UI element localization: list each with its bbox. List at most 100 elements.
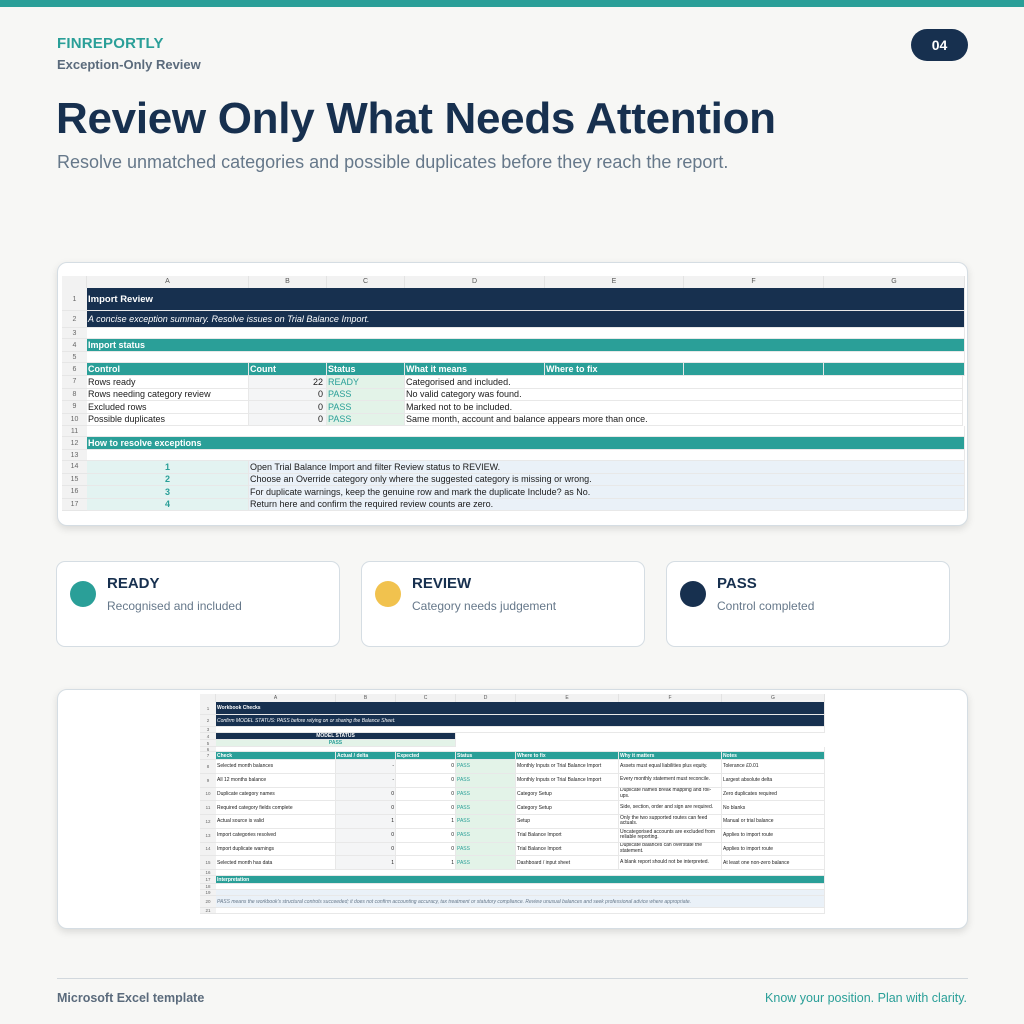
- notes-cell[interactable]: Zero duplicates required: [722, 787, 825, 802]
- count-cell[interactable]: 0: [249, 401, 327, 414]
- status-cell[interactable]: PASS: [327, 401, 405, 414]
- why-cell[interactable]: A blank report should not be interpreted…: [619, 856, 722, 870]
- status-cell[interactable]: PASS: [456, 856, 516, 870]
- expected-cell[interactable]: 0: [396, 760, 456, 774]
- expected-cell[interactable]: 1: [396, 815, 456, 829]
- import-status-header[interactable]: Import status: [87, 339, 965, 352]
- col-header-b[interactable]: B: [249, 276, 327, 288]
- col-header-f[interactable]: F: [619, 694, 722, 702]
- fix-cell[interactable]: Category Setup: [516, 801, 619, 815]
- count-cell[interactable]: 22: [249, 376, 327, 389]
- actual-cell[interactable]: 1: [336, 815, 396, 829]
- control-cell[interactable]: Rows ready: [87, 376, 249, 389]
- header-what-it-means[interactable]: What it means: [405, 363, 545, 376]
- expected-cell[interactable]: 0: [396, 787, 456, 802]
- header-control[interactable]: Control: [87, 363, 249, 376]
- why-cell[interactable]: Uncategorised accounts are excluded from…: [619, 828, 722, 843]
- check-cell[interactable]: Import duplicate warnings: [216, 842, 336, 857]
- check-cell[interactable]: Selected month has data: [216, 856, 336, 870]
- col-header-a[interactable]: A: [216, 694, 336, 702]
- status-cell[interactable]: PASS: [456, 828, 516, 843]
- why-cell[interactable]: Only the two supported routes can feed a…: [619, 815, 722, 829]
- expected-cell[interactable]: 0: [396, 842, 456, 857]
- resolve-header[interactable]: How to resolve exceptions: [87, 437, 965, 450]
- empty-cell[interactable]: [87, 450, 965, 461]
- header-count[interactable]: Count: [249, 363, 327, 376]
- status-cell[interactable]: PASS: [456, 815, 516, 829]
- col-header-a[interactable]: A: [87, 276, 249, 288]
- header-check[interactable]: Check: [216, 752, 336, 760]
- header-expected[interactable]: Expected: [396, 752, 456, 760]
- header-status[interactable]: Status: [456, 752, 516, 760]
- notes-cell[interactable]: Manual or trial balance: [722, 815, 825, 829]
- col-header-b[interactable]: B: [336, 694, 396, 702]
- expected-cell[interactable]: 0: [396, 828, 456, 843]
- expected-cell[interactable]: 0: [396, 773, 456, 788]
- empty-cell[interactable]: [87, 352, 965, 363]
- header-where-to-fix[interactable]: Where to fix: [545, 363, 684, 376]
- step-text[interactable]: Choose an Override category only where t…: [249, 473, 965, 486]
- status-cell[interactable]: READY: [327, 376, 405, 389]
- meaning-cell[interactable]: Marked not to be included.: [405, 401, 963, 414]
- status-cell[interactable]: PASS: [327, 388, 405, 401]
- empty-cell[interactable]: [87, 426, 965, 437]
- col-header-d[interactable]: D: [405, 276, 545, 288]
- empty-cell[interactable]: [216, 908, 825, 914]
- fix-cell[interactable]: Trial Balance Import: [516, 828, 619, 843]
- col-header-e[interactable]: E: [545, 276, 684, 288]
- check-cell[interactable]: All 12 months balance: [216, 773, 336, 788]
- meaning-cell[interactable]: Same month, account and balance appears …: [405, 413, 963, 426]
- col-header-f[interactable]: F: [684, 276, 824, 288]
- notes-cell[interactable]: No blanks: [722, 801, 825, 815]
- actual-cell[interactable]: 0: [336, 787, 396, 802]
- status-cell[interactable]: PASS: [456, 773, 516, 788]
- notes-cell[interactable]: Applies to import route: [722, 842, 825, 857]
- why-cell[interactable]: Every monthly statement must reconcile.: [619, 773, 722, 788]
- sheet-note-cell[interactable]: Confirm MODEL STATUS: PASS before relyin…: [216, 715, 825, 727]
- fix-cell[interactable]: Dashboard / input sheet: [516, 856, 619, 870]
- header-actual[interactable]: Actual / delta: [336, 752, 396, 760]
- count-cell[interactable]: 0: [249, 388, 327, 401]
- meaning-cell[interactable]: Categorised and included.: [405, 376, 963, 389]
- why-cell[interactable]: Duplicate balances can overstate the sta…: [619, 842, 722, 857]
- step-number[interactable]: 4: [87, 498, 249, 511]
- step-text[interactable]: For duplicate warnings, keep the genuine…: [249, 486, 965, 499]
- notes-cell[interactable]: Applies to import route: [722, 828, 825, 843]
- header-where-to-fix[interactable]: Where to fix: [516, 752, 619, 760]
- step-number[interactable]: 2: [87, 473, 249, 486]
- expected-cell[interactable]: 1: [396, 856, 456, 870]
- header-why-it-matters[interactable]: Why it matters: [619, 752, 722, 760]
- fix-cell[interactable]: Monthly Inputs or Trial Balance Import: [516, 760, 619, 774]
- header-empty[interactable]: [824, 363, 965, 376]
- header-status[interactable]: Status: [327, 363, 405, 376]
- why-cell[interactable]: Side, section, order and sign are requir…: [619, 801, 722, 815]
- why-cell[interactable]: Assets must equal liabilities plus equit…: [619, 760, 722, 774]
- fix-cell[interactable]: Trial Balance Import: [516, 842, 619, 857]
- check-cell[interactable]: Selected month balances: [216, 760, 336, 774]
- count-cell[interactable]: 0: [249, 413, 327, 426]
- sheet-title-cell[interactable]: Import Review: [87, 288, 965, 311]
- fix-cell[interactable]: Monthly Inputs or Trial Balance Import: [516, 773, 619, 788]
- header-notes[interactable]: Notes: [722, 752, 825, 760]
- control-cell[interactable]: Rows needing category review: [87, 388, 249, 401]
- status-cell[interactable]: PASS: [456, 801, 516, 815]
- check-cell[interactable]: Required category fields complete: [216, 801, 336, 815]
- status-cell[interactable]: PASS: [456, 842, 516, 857]
- model-status-label[interactable]: MODEL STATUS: [216, 733, 456, 740]
- expected-cell[interactable]: 0: [396, 801, 456, 815]
- empty-cell[interactable]: [87, 328, 965, 339]
- col-header-e[interactable]: E: [516, 694, 619, 702]
- check-cell[interactable]: Actual source is valid: [216, 815, 336, 829]
- model-status-value[interactable]: PASS: [216, 740, 456, 747]
- why-cell[interactable]: Duplicate names break mapping and roll-u…: [619, 787, 722, 802]
- control-cell[interactable]: Possible duplicates: [87, 413, 249, 426]
- check-cell[interactable]: Duplicate category names: [216, 787, 336, 802]
- meaning-cell[interactable]: No valid category was found.: [405, 388, 963, 401]
- actual-cell[interactable]: 0: [336, 842, 396, 857]
- col-header-d[interactable]: D: [456, 694, 516, 702]
- step-number[interactable]: 1: [87, 461, 249, 474]
- interpretation-header[interactable]: Interpretation: [216, 876, 825, 884]
- col-header-g[interactable]: G: [722, 694, 825, 702]
- check-cell[interactable]: Import categories resolved: [216, 828, 336, 843]
- actual-cell[interactable]: -: [336, 760, 396, 774]
